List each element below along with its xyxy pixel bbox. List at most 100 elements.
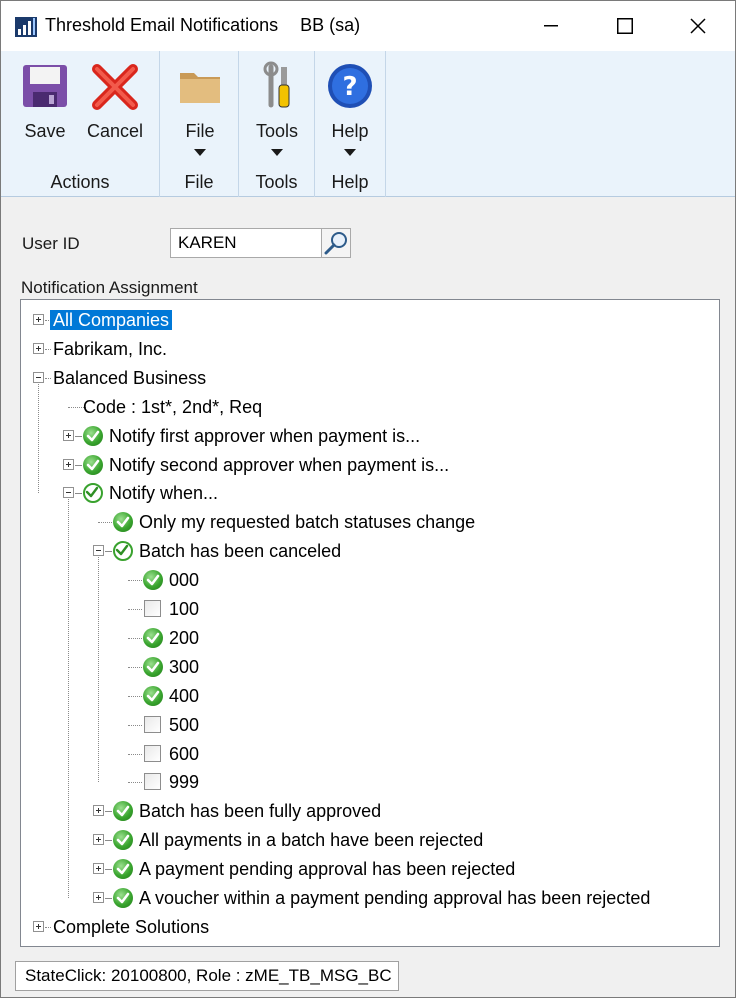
tree-node[interactable]: Batch has been fully approved — [139, 798, 381, 824]
tree-node[interactable]: Notify when... — [109, 480, 218, 506]
tree-connector — [105, 811, 111, 813]
tree-node-label: All payments in a batch have been reject… — [139, 830, 484, 851]
tree-connector — [45, 348, 51, 350]
notification-tree[interactable]: All Companies Fabrikam, Inc. Balanced Busi… — [20, 299, 720, 947]
tree-node[interactable]: 100 — [169, 596, 199, 622]
tree-node[interactable]: Fabrikam, Inc. — [53, 336, 167, 362]
checked-icon[interactable] — [113, 830, 133, 851]
window-title: Threshold Email Notifications BB (sa) — [45, 15, 360, 36]
tree-node[interactable]: Code : 1st*, 2nd*, Req — [83, 394, 262, 420]
cancel-button[interactable]: Cancel — [83, 57, 147, 165]
tree-node[interactable]: Balanced Business — [53, 365, 206, 391]
tree-node-label: 999 — [169, 772, 200, 793]
partial-check-icon[interactable] — [113, 541, 133, 562]
checked-icon[interactable] — [113, 512, 133, 533]
tree-node[interactable]: 300 — [169, 654, 199, 680]
help-menu-button[interactable]: ? Help — [318, 57, 382, 165]
tree-node[interactable]: Notify second approver when payment is..… — [109, 452, 449, 478]
tree-connector — [98, 557, 99, 783]
tree-node[interactable]: Notify first approver when payment is... — [109, 423, 420, 449]
tree-connector — [128, 609, 142, 610]
tree-node[interactable]: Batch has been canceled — [139, 538, 341, 564]
tree-node[interactable]: A payment pending approval has been reje… — [139, 856, 515, 882]
user-id-label: User ID — [22, 234, 80, 253]
expand-plus-icon[interactable] — [93, 834, 104, 846]
tree-connector — [45, 926, 51, 928]
collapse-minus-icon[interactable] — [33, 371, 44, 383]
checked-icon[interactable] — [143, 685, 163, 706]
tree-node[interactable]: 000 — [169, 567, 199, 593]
tree-node[interactable]: All Companies — [50, 307, 173, 333]
expand-plus-icon[interactable] — [33, 920, 44, 932]
file-group-label: File — [184, 172, 214, 192]
partial-check-icon[interactable] — [83, 483, 103, 504]
file-menu-button[interactable]: File — [168, 57, 232, 165]
unchecked-checkbox[interactable] — [144, 715, 161, 733]
collapse-minus-icon[interactable] — [63, 487, 74, 499]
tree-connector — [75, 493, 81, 495]
tree-node-label: 500 — [169, 714, 200, 735]
checked-icon[interactable] — [113, 801, 133, 822]
checked-icon[interactable] — [83, 454, 103, 475]
tree-connector — [75, 464, 81, 466]
tree-node[interactable]: 400 — [169, 683, 199, 709]
checked-icon[interactable] — [83, 425, 103, 446]
user-id-input[interactable]: KAREN — [170, 228, 322, 258]
tree-node[interactable]: All payments in a batch have been reject… — [139, 827, 483, 853]
cancel-icon — [91, 61, 139, 111]
status-bar: StateClick: 20100800, Role : zME_TB_MSG_… — [15, 961, 399, 991]
tree-node-label: Batch has been fully approved — [139, 801, 382, 822]
checked-icon[interactable] — [143, 570, 163, 591]
close-button[interactable] — [662, 1, 734, 51]
tree-connector — [68, 499, 69, 898]
tree-node[interactable]: 500 — [169, 712, 199, 738]
tree-node[interactable]: 999 — [169, 769, 199, 795]
unchecked-checkbox[interactable] — [144, 600, 161, 617]
save-button[interactable]: Save — [13, 57, 77, 165]
checked-icon[interactable] — [113, 859, 133, 880]
close-icon — [690, 18, 706, 34]
tree-connector — [38, 383, 39, 494]
collapse-minus-icon[interactable] — [93, 545, 104, 557]
tree-node-label: A voucher within a payment pending appro… — [139, 888, 651, 908]
expand-plus-icon[interactable] — [93, 892, 104, 903]
tree-node[interactable]: Only my requested batch statuses change — [139, 509, 475, 535]
tree-connector — [128, 637, 142, 639]
tree-node-label: Notify first approver when payment is... — [109, 425, 421, 446]
chevron-down-icon — [271, 149, 283, 156]
checked-icon[interactable] — [113, 888, 133, 908]
unchecked-checkbox[interactable] — [144, 744, 161, 762]
expand-plus-icon[interactable] — [33, 342, 44, 354]
tree-node-label: Fabrikam, Inc. — [53, 338, 168, 359]
expand-plus-icon[interactable] — [33, 314, 44, 325]
minimize-button[interactable] — [515, 1, 587, 51]
tree-node-label: Batch has been canceled — [139, 541, 342, 562]
checked-icon[interactable] — [143, 627, 163, 648]
tree-connector — [128, 666, 142, 668]
window-title-context: BB (sa) — [300, 15, 361, 35]
expand-plus-icon[interactable] — [63, 429, 74, 441]
unchecked-checkbox[interactable] — [144, 773, 161, 791]
ribbon-group-help: ? Help Help — [315, 51, 386, 197]
title-bar[interactable]: Threshold Email Notifications BB (sa) — [1, 1, 735, 51]
notification-assignment-label: Notification Assignment — [21, 278, 198, 297]
tree-connector — [105, 840, 111, 842]
expand-plus-icon[interactable] — [93, 805, 104, 817]
ribbon-group-actions: Save Cancel Actions — [1, 51, 160, 197]
tree-node[interactable]: Complete Solutions — [53, 914, 209, 940]
user-lookup-button[interactable] — [321, 228, 351, 258]
expand-plus-icon[interactable] — [93, 863, 104, 875]
maximize-icon — [617, 18, 633, 34]
actions-group-label: Actions — [50, 172, 110, 192]
tree-node-label: Notify second approver when payment is..… — [109, 454, 450, 475]
tools-menu-button[interactable]: Tools — [245, 57, 309, 165]
save-icon — [21, 61, 69, 111]
tree-node[interactable]: 200 — [169, 625, 199, 651]
tree-node[interactable]: 600 — [169, 741, 199, 767]
tree-connector — [128, 753, 142, 755]
expand-plus-icon[interactable] — [63, 458, 74, 470]
checked-icon[interactable] — [143, 656, 163, 677]
help-icon: ? — [326, 61, 374, 111]
tree-node[interactable]: A voucher within a payment pending appro… — [139, 885, 650, 911]
maximize-button[interactable] — [589, 1, 661, 51]
